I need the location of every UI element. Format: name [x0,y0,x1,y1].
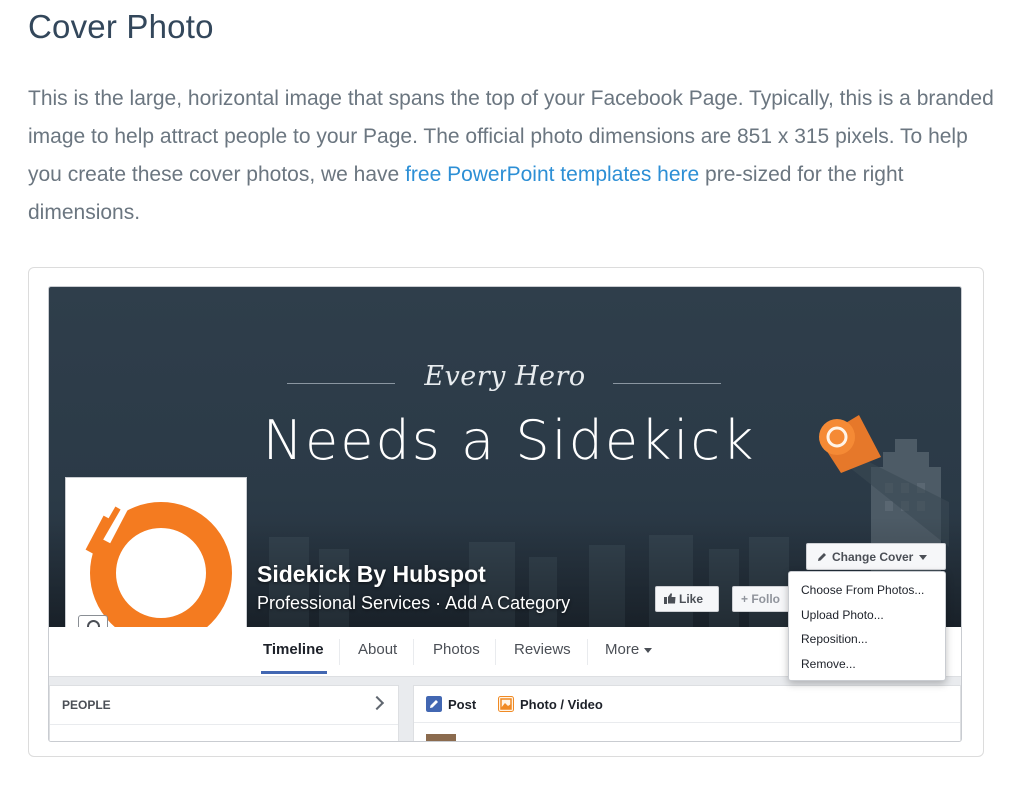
cover-headline: Needs a Sidekick [262,409,756,472]
people-section[interactable]: PEOPLE [49,685,399,741]
change-cover-button[interactable]: Change Cover [806,543,946,570]
page-title: Cover Photo [28,8,214,45]
post-composer: Post Photo / Video [413,685,961,741]
pencil-icon [818,553,826,561]
photo-icon [498,696,514,712]
thumbs-up-icon [664,593,676,604]
tab-divider [413,639,414,665]
chevron-right-icon[interactable] [369,695,385,711]
change-cover-menu: Choose From Photos... Upload Photo... Re… [788,571,946,681]
pencil-icon [426,696,442,712]
tab-reviews[interactable]: Reviews [514,641,571,658]
tab-more-label: More [605,641,640,658]
tab-about[interactable]: About [358,641,397,658]
cover-tagline: Every Hero [424,361,586,392]
page-category[interactable]: Professional Services · Add A Category [257,593,570,614]
divider [50,724,398,725]
tab-timeline[interactable]: Timeline [263,641,324,658]
menu-item-choose-from-photos[interactable]: Choose From Photos... [789,578,945,603]
facebook-page-screenshot: Every Hero Needs a Sidekick Sidekick By … [48,286,962,742]
menu-item-upload-photo[interactable]: Upload Photo... [789,603,945,628]
like-label: Like [679,592,704,606]
chevron-down-icon [644,647,653,653]
menu-item-reposition[interactable]: Reposition... [789,627,945,652]
change-cover-label: Change Cover [832,550,914,564]
page-name[interactable]: Sidekick By Hubspot [257,561,486,588]
post-tab[interactable]: Post [426,696,476,712]
tab-divider [339,639,340,665]
active-tab-indicator [261,671,327,674]
like-button[interactable]: Like [655,586,719,612]
tab-more[interactable]: More [605,641,653,658]
follow-button[interactable]: + Follo [732,586,796,612]
photo-video-tab-label: Photo / Video [520,697,603,712]
people-title: PEOPLE [62,698,111,712]
tagline-rule-right [613,383,721,384]
tab-divider [587,639,588,665]
menu-item-remove[interactable]: Remove... [789,652,945,677]
photo-video-tab[interactable]: Photo / Video [498,696,603,712]
chevron-down-icon [919,555,928,561]
post-tab-label: Post [448,697,477,712]
tagline-rule-left [287,383,395,384]
tab-divider [495,639,496,665]
tab-photos[interactable]: Photos [433,641,480,658]
intro-paragraph: This is the large, horizontal image that… [28,80,1003,232]
powerpoint-templates-link[interactable]: free PowerPoint templates here [405,163,699,186]
avatar [426,734,456,741]
divider [414,722,960,723]
